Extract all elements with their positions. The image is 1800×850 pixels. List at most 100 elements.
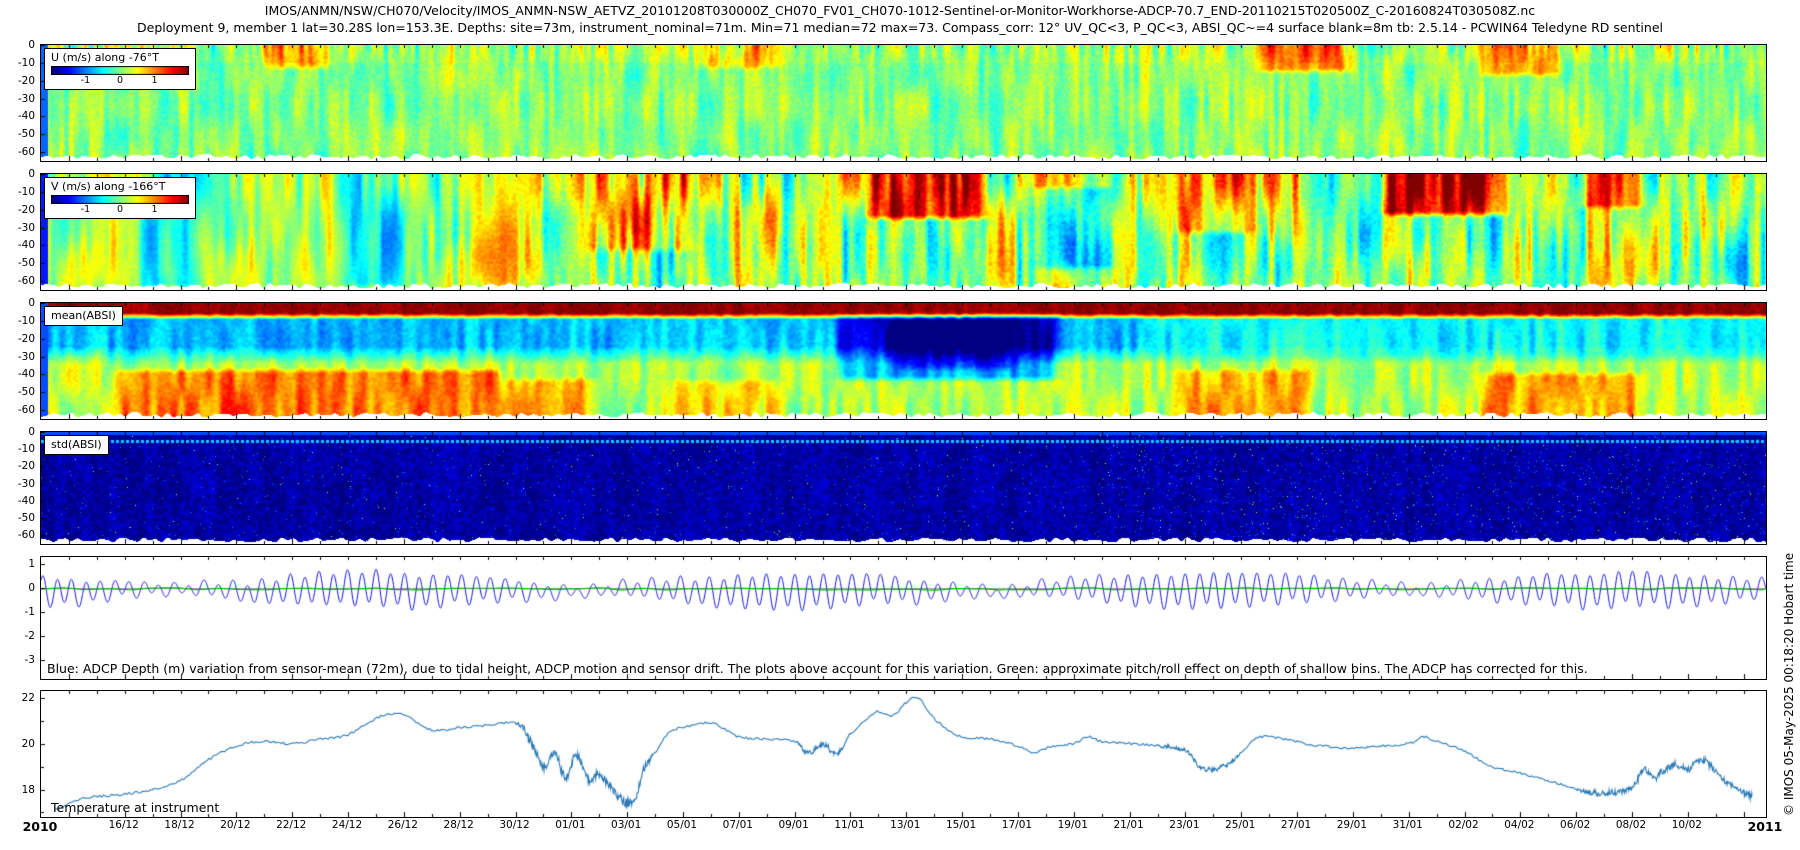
u-heatmap-canvas — [41, 45, 1766, 161]
temperature-axis: 22 20 18 — [1, 691, 38, 817]
v-depth-axis: 0-10-20-30-40-50-60 — [1, 174, 38, 290]
x-axis-date-labels: 2010 2011 16/12 18/12 20/12 22/12 24/12 26/12… — [0, 819, 1800, 837]
x-tick-label: 16/12 — [101, 819, 147, 831]
x-tick-label: 23/01 — [1161, 819, 1207, 831]
colorbar-tick-label: -1 — [81, 204, 90, 215]
y-tick-label: -60 — [1, 404, 35, 416]
v-colorbar-tick-labels: -1 0 1 — [51, 204, 189, 215]
x-tick-label: 01/01 — [547, 819, 593, 831]
y-tick-label: -20 — [1, 75, 35, 87]
y-tick-label: 0 — [1, 582, 35, 594]
colorbar-tick-label: 1 — [151, 75, 157, 86]
y-tick-label: -1 — [1, 606, 35, 618]
y-tick-label: 0 — [1, 297, 35, 309]
y-tick-label: -20 — [1, 460, 35, 472]
figure-root: IMOS/ANMN/NSW/CH070/Velocity/IMOS_ANMN-N… — [0, 0, 1800, 850]
x-tick-label: 08/02 — [1608, 819, 1654, 831]
x-tick-label: 20/12 — [212, 819, 258, 831]
y-tick-label: 22 — [1, 692, 35, 704]
absi-std-depth-axis: 0-10-20-30-40-50-60 — [1, 432, 38, 544]
x-axis-year-end: 2011 — [1735, 819, 1795, 834]
x-tick-label: 26/12 — [380, 819, 426, 831]
y-tick-label: -50 — [1, 128, 35, 140]
y-tick-label: -3 — [1, 654, 35, 666]
x-tick-label: 19/01 — [1050, 819, 1096, 831]
x-tick-label: 09/01 — [771, 819, 817, 831]
x-tick-label: 22/12 — [268, 819, 314, 831]
x-tick-label: 28/12 — [436, 819, 482, 831]
y-tick-label: 0 — [1, 39, 35, 51]
x-tick-label: 21/01 — [1106, 819, 1152, 831]
absi-mean-heatmap-canvas — [41, 303, 1766, 419]
x-tick-label: 18/12 — [157, 819, 203, 831]
y-tick-label: 18 — [1, 784, 35, 796]
y-tick-label: -30 — [1, 478, 35, 490]
y-tick-label: -20 — [1, 333, 35, 345]
y-tick-label: -60 — [1, 529, 35, 541]
depth-variation-annotation: Blue: ADCP Depth (m) variation from sens… — [47, 661, 1588, 676]
y-tick-label: 1 — [1, 558, 35, 570]
absi-std-legend-box: std(ABSI) — [44, 435, 109, 455]
y-tick-label: 0 — [1, 168, 35, 180]
y-tick-label: -20 — [1, 204, 35, 216]
u-colorbar — [51, 66, 189, 75]
y-tick-label: 0 — [1, 426, 35, 438]
y-tick-label: -50 — [1, 386, 35, 398]
colorbar-tick-label: -1 — [81, 75, 90, 86]
temperature-label: Temperature at instrument — [51, 800, 219, 815]
colorbar-tick-label: 0 — [117, 204, 123, 215]
y-tick-label: -30 — [1, 93, 35, 105]
y-tick-label: -10 — [1, 443, 35, 455]
panel-absi-mean-heatmap: 0-10-20-30-40-50-60 mean(ABSI) — [40, 302, 1767, 420]
y-tick-label: -60 — [1, 146, 35, 158]
x-tick-label: 15/01 — [938, 819, 984, 831]
temperature-canvas — [41, 691, 1766, 817]
depth-variation-axis: 1 0 -1 -2 -3 — [1, 557, 38, 679]
absi-mean-depth-axis: 0-10-20-30-40-50-60 — [1, 303, 38, 419]
x-tick-label: 25/01 — [1217, 819, 1263, 831]
u-legend-label: U (m/s) along -76°T — [51, 51, 189, 64]
x-tick-label: 04/02 — [1496, 819, 1542, 831]
x-tick-label: 05/01 — [659, 819, 705, 831]
x-tick-label: 03/01 — [603, 819, 649, 831]
y-tick-label: 20 — [1, 738, 35, 750]
absi-mean-legend-box: mean(ABSI) — [44, 306, 123, 326]
v-heatmap-canvas — [41, 174, 1766, 290]
x-tick-label: 10/02 — [1664, 819, 1710, 831]
x-tick-label: 24/12 — [324, 819, 370, 831]
y-tick-label: -50 — [1, 257, 35, 269]
absi-std-heatmap-canvas — [41, 432, 1766, 544]
x-tick-label: 07/01 — [715, 819, 761, 831]
colorbar-tick-label: 1 — [151, 204, 157, 215]
figure-title: IMOS/ANMN/NSW/CH070/Velocity/IMOS_ANMN-N… — [0, 3, 1800, 18]
panel-v-velocity-heatmap: 0-10-20-30-40-50-60 V (m/s) along -166°T… — [40, 173, 1767, 291]
x-tick-label: 11/01 — [826, 819, 872, 831]
absi-mean-legend-label: mean(ABSI) — [51, 309, 116, 322]
x-axis-year-start: 2010 — [10, 819, 70, 834]
copyright-vertical-text: © IMOS 05-May-2025 00:18:20 Hobart time — [1782, 553, 1796, 816]
absi-std-legend-label: std(ABSI) — [51, 438, 102, 451]
u-legend-box: U (m/s) along -76°T -1 0 1 — [44, 48, 196, 90]
y-tick-label: -10 — [1, 186, 35, 198]
colorbar-tick-label: 0 — [117, 75, 123, 86]
panel-u-velocity-heatmap: 0-10-20-30-40-50-60 U (m/s) along -76°T … — [40, 44, 1767, 162]
v-colorbar — [51, 195, 189, 204]
x-tick-label: 13/01 — [882, 819, 928, 831]
y-tick-label: -2 — [1, 630, 35, 642]
panel-depth-variation: 10-1-2-3 Blue: ADCP Depth (m) variation … — [40, 556, 1767, 680]
x-tick-label: 06/02 — [1552, 819, 1598, 831]
y-tick-label: -10 — [1, 315, 35, 327]
x-tick-label: 29/01 — [1329, 819, 1375, 831]
y-tick-label: -60 — [1, 275, 35, 287]
x-tick-label: 17/01 — [994, 819, 1040, 831]
x-tick-label: 30/12 — [492, 819, 538, 831]
y-tick-label: -30 — [1, 222, 35, 234]
x-tick-label: 02/02 — [1441, 819, 1487, 831]
y-tick-label: -50 — [1, 512, 35, 524]
y-tick-label: -40 — [1, 495, 35, 507]
y-tick-label: -10 — [1, 57, 35, 69]
panel-temperature: 222018 Temperature at instrument — [40, 690, 1767, 818]
u-depth-axis: 0-10-20-30-40-50-60 — [1, 45, 38, 161]
v-legend-box: V (m/s) along -166°T -101 — [44, 177, 196, 219]
x-tick-label: 31/01 — [1385, 819, 1431, 831]
